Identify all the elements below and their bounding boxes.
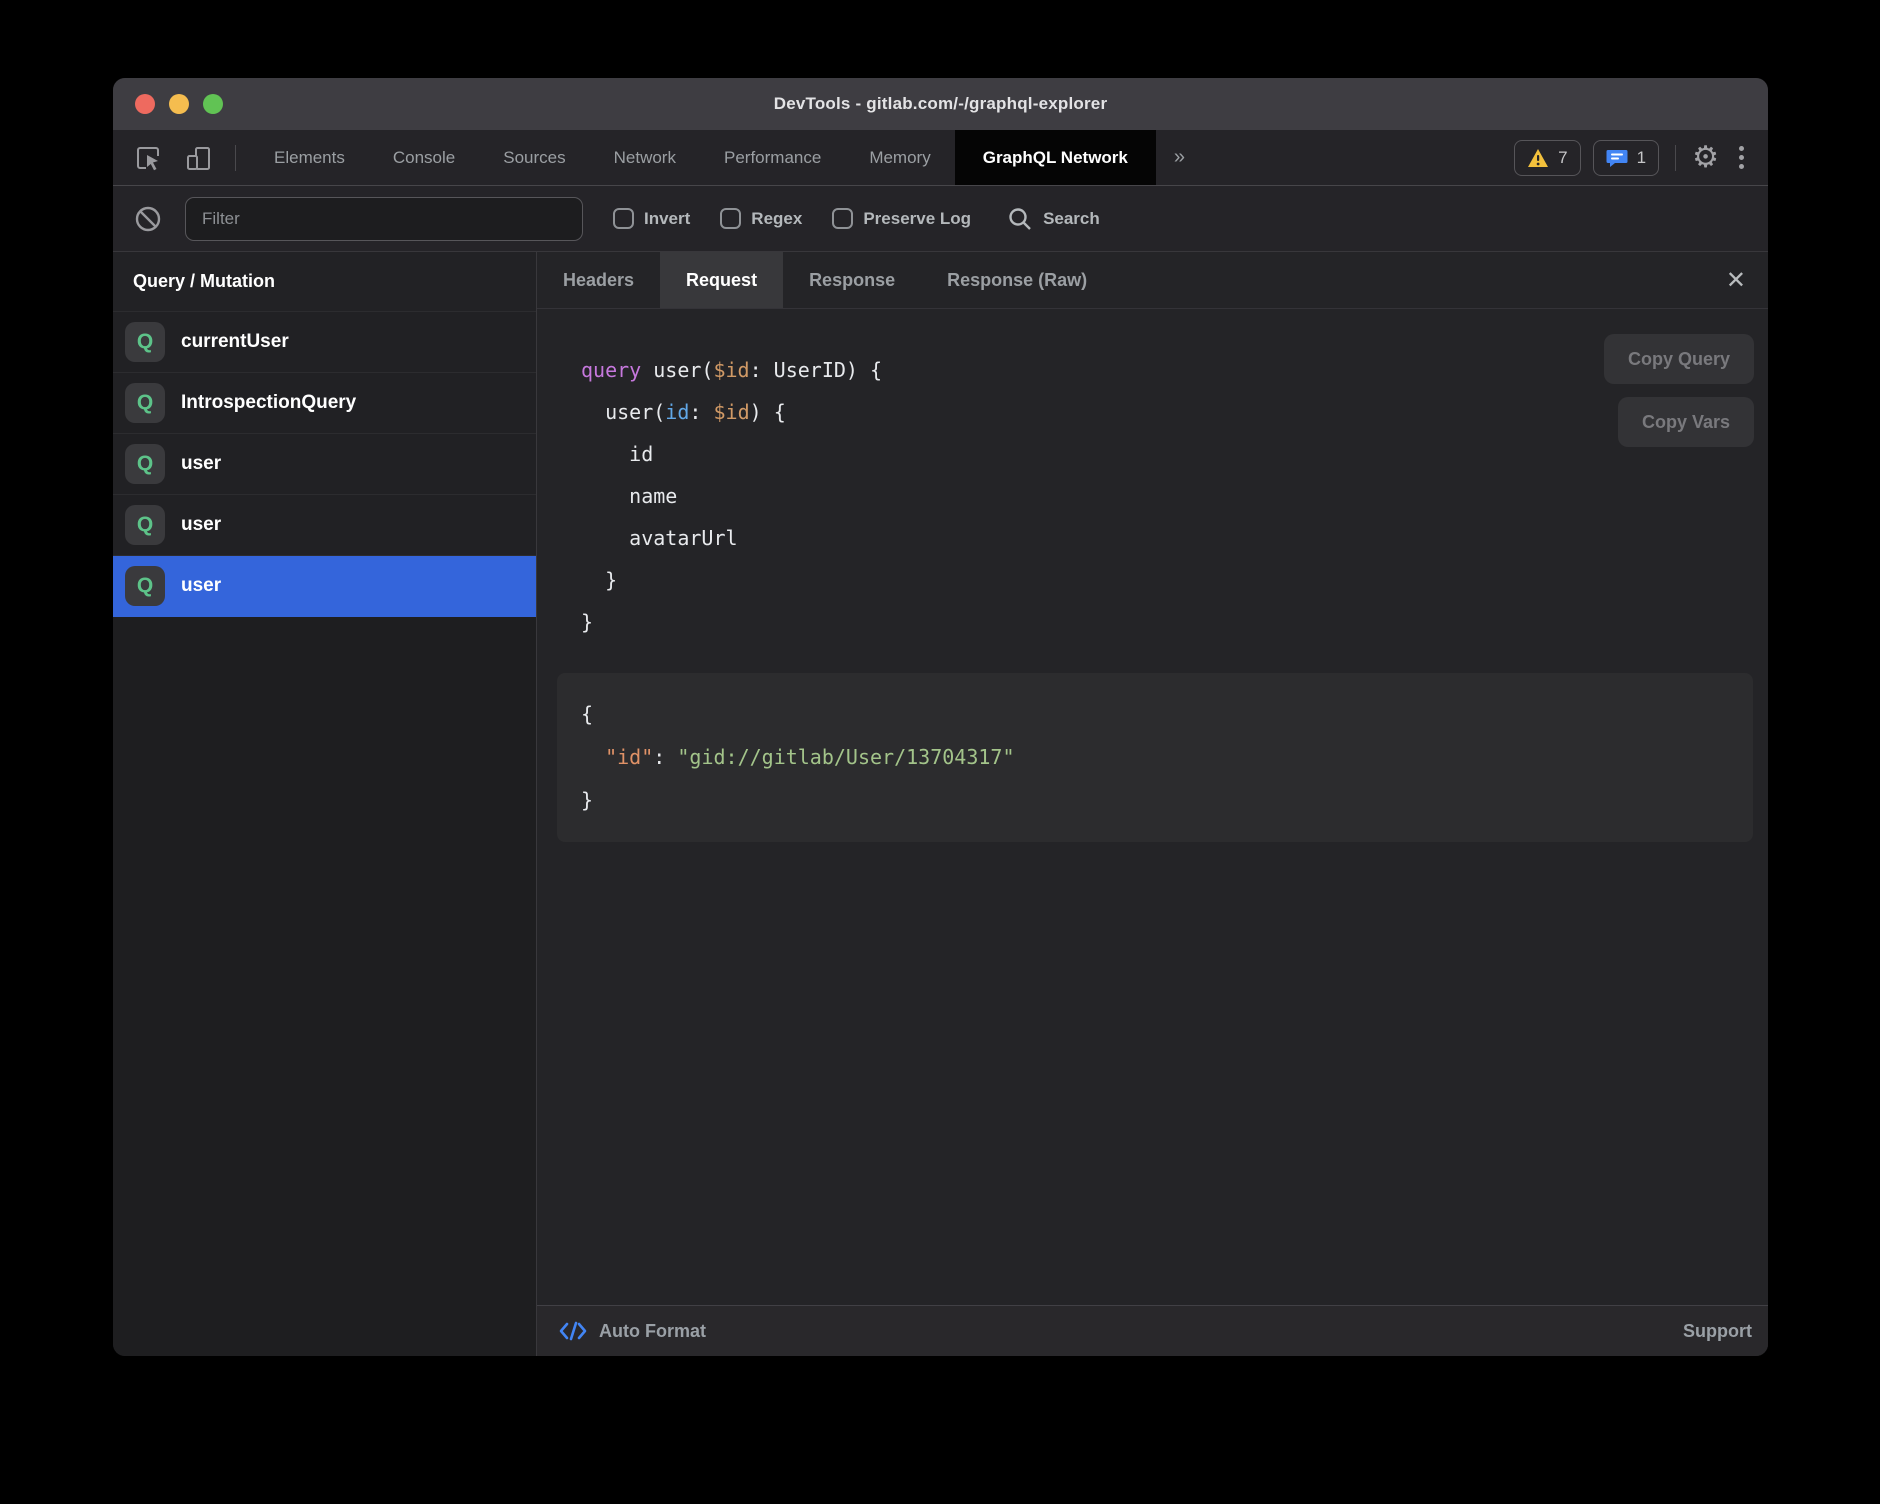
devtools-tab-network[interactable]: Network — [590, 130, 700, 185]
code-line: user(id: $id) { — [581, 391, 1768, 433]
code-brackets-icon — [559, 1320, 587, 1342]
panel-tab-strip: HeadersRequestResponseResponse (Raw) ✕ — [537, 252, 1768, 309]
graphql-query-code: query user($id: UserID) { user(id: $id) … — [581, 349, 1768, 643]
search-icon — [1007, 206, 1033, 232]
block-filter-icon[interactable] — [133, 204, 163, 234]
query-type-badge: Q — [125, 322, 165, 362]
preserve-log-label: Preserve Log — [863, 209, 971, 229]
issues-badge[interactable]: 1 — [1593, 140, 1659, 176]
message-bubble-icon — [1606, 148, 1628, 168]
code-line: "id": "gid://gitlab/User/13704317" — [581, 736, 1729, 779]
close-panel-icon[interactable]: ✕ — [1704, 252, 1768, 308]
code-line: { — [581, 693, 1729, 736]
zoom-window-button[interactable] — [203, 94, 223, 114]
warning-count: 7 — [1558, 148, 1567, 168]
request-panel: HeadersRequestResponseResponse (Raw) ✕ qu… — [537, 252, 1768, 1356]
panel-tab-response-raw[interactable]: Response (Raw) — [921, 252, 1113, 308]
query-name-label: user — [181, 575, 221, 597]
auto-format-button[interactable]: Auto Format — [559, 1320, 706, 1342]
more-tabs-chevron-icon[interactable]: » — [1156, 130, 1203, 185]
main-split: Query / Mutation QcurrentUserQIntrospect… — [113, 252, 1768, 1356]
query-type-badge: Q — [125, 444, 165, 484]
traffic-lights — [135, 78, 223, 130]
query-name-label: user — [181, 514, 221, 536]
request-body: query user($id: UserID) { user(id: $id) … — [537, 309, 1768, 1305]
devtools-toolbar: ElementsConsoleSourcesNetworkPerformance… — [113, 130, 1768, 186]
query-name-label: user — [181, 453, 221, 475]
device-toolbar-icon[interactable] — [181, 141, 215, 175]
sidebar-header: Query / Mutation — [113, 252, 536, 312]
panel-tab-response[interactable]: Response — [783, 252, 921, 308]
toolbar-separator — [235, 145, 236, 171]
query-type-badge: Q — [125, 505, 165, 545]
code-line: name — [581, 475, 1768, 517]
devtools-tab-elements[interactable]: Elements — [250, 130, 369, 185]
devtools-tab-memory[interactable]: Memory — [845, 130, 954, 185]
panel-tab-headers[interactable]: Headers — [537, 252, 660, 308]
code-line: id — [581, 433, 1768, 475]
query-type-badge: Q — [125, 566, 165, 606]
devtools-tab-strip: ElementsConsoleSourcesNetworkPerformance… — [250, 130, 1156, 185]
inspect-element-icon[interactable] — [131, 141, 165, 175]
query-type-badge: Q — [125, 383, 165, 423]
regex-label: Regex — [751, 209, 802, 229]
devtools-tab-console[interactable]: Console — [369, 130, 479, 185]
kebab-menu-icon[interactable] — [1731, 146, 1752, 169]
search-label: Search — [1043, 209, 1100, 229]
code-line: } — [581, 601, 1768, 643]
devtools-tab-sources[interactable]: Sources — [479, 130, 589, 185]
filter-bar: Invert Regex Preserve Log Search — [113, 186, 1768, 252]
copy-query-button[interactable]: Copy Query — [1604, 334, 1754, 384]
regex-checkbox-group[interactable]: Regex — [720, 208, 802, 229]
settings-gear-icon[interactable]: ⚙ — [1692, 143, 1719, 173]
minimize-window-button[interactable] — [169, 94, 189, 114]
copy-buttons: Copy Query Copy Vars — [1604, 334, 1754, 447]
warning-triangle-icon — [1527, 148, 1549, 168]
search-control[interactable]: Search — [1007, 206, 1100, 232]
query-list-item[interactable]: QcurrentUser — [113, 312, 536, 373]
code-line: } — [581, 779, 1729, 822]
code-line: avatarUrl — [581, 517, 1768, 559]
query-list: QcurrentUserQIntrospectionQueryQuserQuse… — [113, 312, 536, 1356]
message-count: 1 — [1637, 148, 1646, 168]
preserve-log-checkbox[interactable] — [832, 208, 853, 229]
query-name-label: currentUser — [181, 331, 289, 353]
variables-box: { "id": "gid://gitlab/User/13704317"} — [557, 673, 1753, 842]
query-list-item[interactable]: Quser — [113, 495, 536, 556]
auto-format-label: Auto Format — [599, 1321, 706, 1342]
copy-vars-button[interactable]: Copy Vars — [1618, 397, 1754, 447]
invert-checkbox[interactable] — [613, 208, 634, 229]
close-window-button[interactable] — [135, 94, 155, 114]
query-list-item[interactable]: Quser — [113, 556, 536, 617]
support-link[interactable]: Support — [1683, 1321, 1752, 1342]
warnings-badge[interactable]: 7 — [1514, 140, 1580, 176]
regex-checkbox[interactable] — [720, 208, 741, 229]
invert-checkbox-group[interactable]: Invert — [613, 208, 690, 229]
filter-input[interactable] — [185, 197, 583, 241]
query-sidebar: Query / Mutation QcurrentUserQIntrospect… — [113, 252, 537, 1356]
query-list-item[interactable]: Q IntrospectionQuery — [113, 373, 536, 434]
titlebar: DevTools - gitlab.com/-/graphql-explorer — [113, 78, 1768, 130]
variables-code: { "id": "gid://gitlab/User/13704317"} — [581, 693, 1729, 822]
invert-label: Invert — [644, 209, 690, 229]
toolbar-separator — [1675, 145, 1676, 171]
devtools-window: DevTools - gitlab.com/-/graphql-explorer… — [113, 78, 1768, 1356]
devtools-tab-graphql-network[interactable]: GraphQL Network — [955, 130, 1156, 185]
devtools-tab-performance[interactable]: Performance — [700, 130, 845, 185]
query-list-item[interactable]: Quser — [113, 434, 536, 495]
toolbar-right-controls: 7 1 ⚙ — [1514, 130, 1768, 185]
query-name-label: IntrospectionQuery — [181, 392, 356, 414]
code-line: query user($id: UserID) { — [581, 349, 1768, 391]
preserve-log-checkbox-group[interactable]: Preserve Log — [832, 208, 971, 229]
window-title: DevTools - gitlab.com/-/graphql-explorer — [774, 94, 1108, 114]
toolbar-left-icons — [113, 130, 250, 185]
code-line: } — [581, 559, 1768, 601]
panel-tab-request[interactable]: Request — [660, 252, 783, 308]
panel-footer: Auto Format Support — [537, 1305, 1768, 1356]
